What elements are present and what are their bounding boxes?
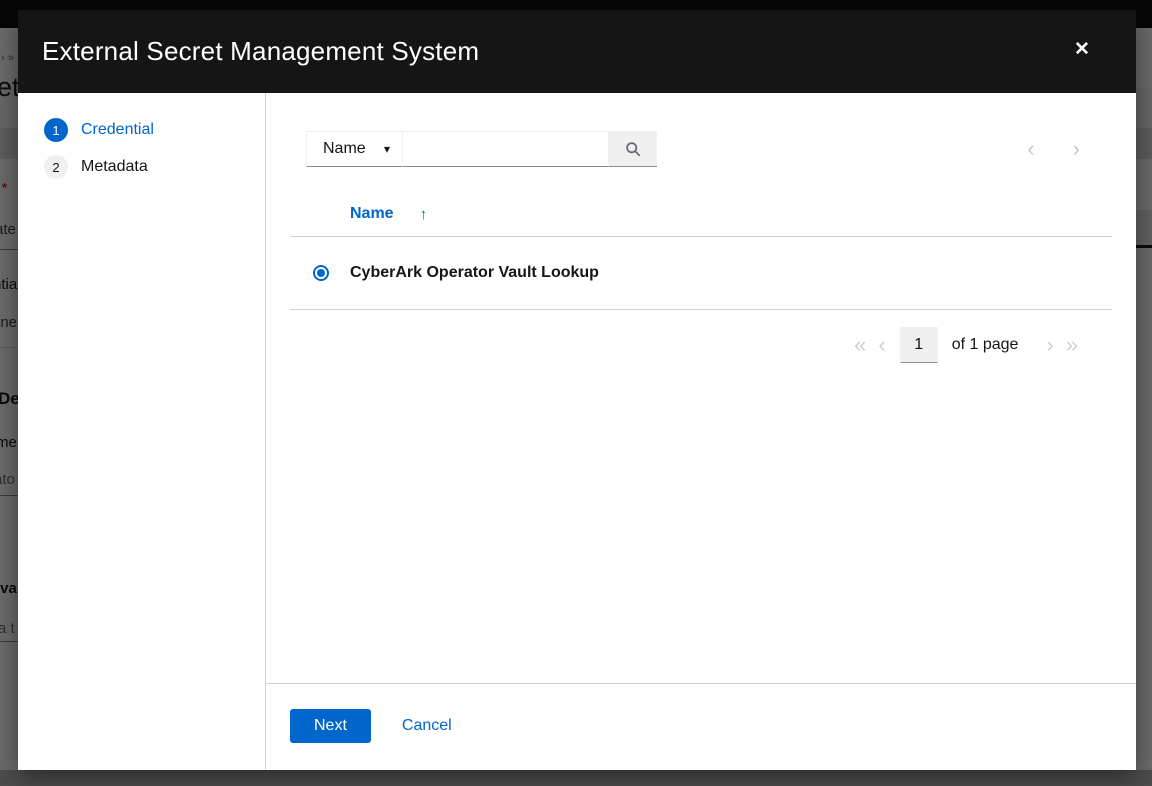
modal-header: External Secret Management System ✕ [18,10,1136,93]
previous-page-icon[interactable]: ‹ [872,334,891,356]
wizard-footer: Next Cancel [266,683,1136,770]
step-label: Metadata [81,158,148,176]
modal-title: External Secret Management System [42,36,479,67]
chevron-down-icon: ▾ [384,142,390,156]
filter-key-dropdown[interactable]: Name ▾ [306,131,403,167]
step-number-badge: 1 [44,118,68,142]
wizard-step-credential[interactable]: 1 Credential [18,118,265,142]
name-column-header: Name [350,205,394,223]
first-page-icon[interactable]: « [848,334,872,356]
search-icon [625,141,641,157]
radio-dot [317,269,325,277]
sort-ascending-icon: ↑ [420,206,428,223]
pagination: « ‹ of 1 page › » [266,327,1084,363]
current-page-input[interactable] [900,327,938,363]
filter-key-selected: Name [323,140,366,158]
wizard-step-metadata[interactable]: 2 Metadata [18,155,265,179]
last-page-icon[interactable]: » [1060,334,1084,356]
list-nav-arrows: ‹ › [1023,138,1084,160]
modal-body: 1 Credential 2 Metadata Name ▾ [18,93,1136,770]
table-row[interactable]: CyberArk Operator Vault Lookup [290,237,1112,310]
external-secret-management-modal: External Secret Management System ✕ 1 Cr… [18,10,1136,770]
step-number-badge: 2 [44,155,68,179]
table-header-row: Name ↑ [290,192,1112,237]
wizard-step-nav: 1 Credential 2 Metadata [18,93,266,770]
wizard-content: Name ▾ ‹ › [266,93,1136,770]
next-arrow-icon[interactable]: › [1069,138,1084,160]
credential-select-table: Name ↑ CyberArk Operator Vault Lookup [290,192,1112,310]
close-icon[interactable]: ✕ [1070,38,1094,62]
next-button[interactable]: Next [290,709,371,743]
search-toolbar: Name ▾ ‹ › [306,131,1084,167]
cancel-button[interactable]: Cancel [402,709,452,743]
page-count-label: of 1 page [952,336,1019,354]
name-column-sort-button[interactable]: Name ↑ [350,205,427,223]
search-input[interactable] [403,131,609,167]
credential-name: CyberArk Operator Vault Lookup [350,264,599,282]
previous-arrow-icon[interactable]: ‹ [1023,138,1038,160]
search-button[interactable] [609,131,657,167]
step-label: Credential [81,121,154,139]
row-radio-selected[interactable] [313,265,329,281]
next-page-icon[interactable]: › [1040,334,1059,356]
radio-cell [290,265,350,281]
